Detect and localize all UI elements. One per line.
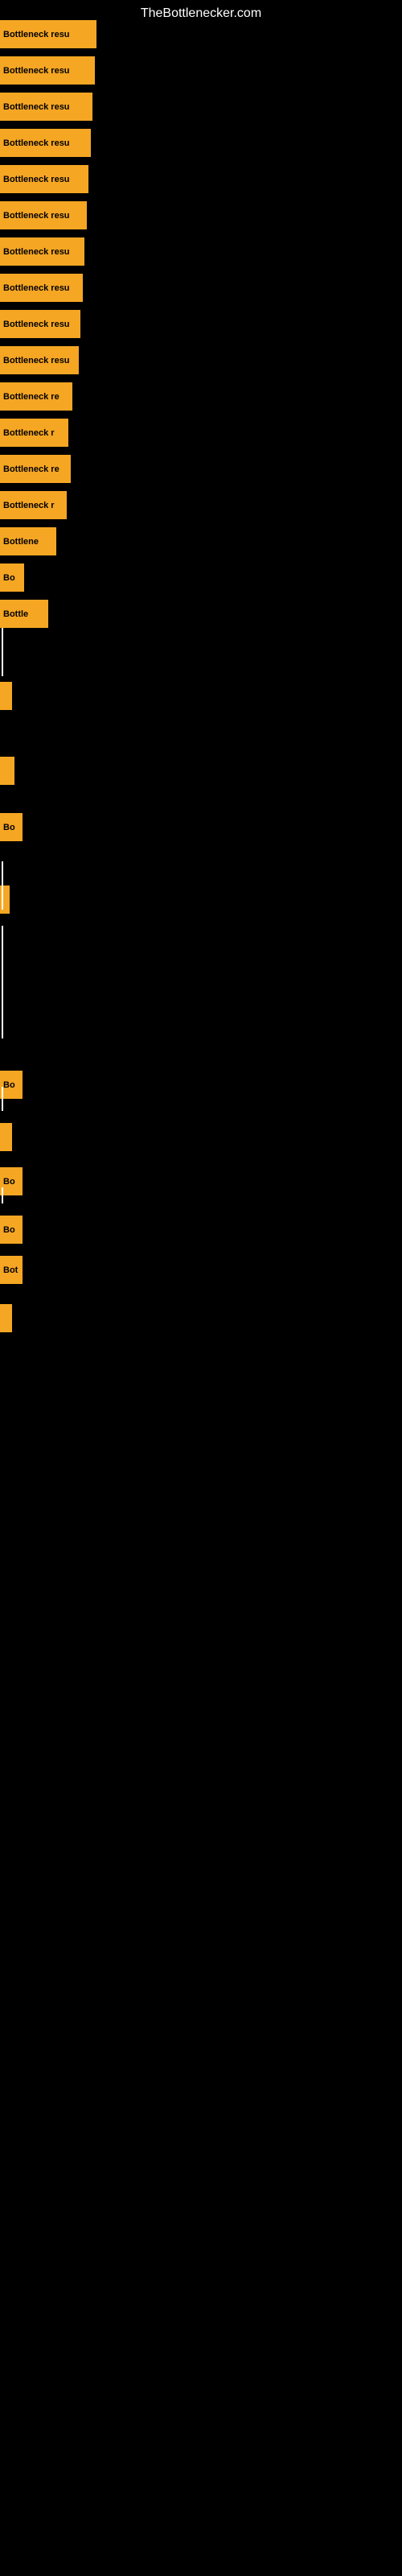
bar-item: Bo <box>0 1167 23 1195</box>
vertical-line <box>2 861 3 910</box>
bar-item: Bottleneck resu <box>0 274 83 302</box>
vertical-line <box>2 628 3 676</box>
bar-item: Bottleneck r <box>0 419 68 447</box>
bar-item: Bottleneck r <box>0 491 67 519</box>
bar-item: Bo <box>0 564 24 592</box>
bar-item: Bottleneck re <box>0 455 71 483</box>
bar-item: Bo <box>0 813 23 841</box>
bar-item <box>0 682 12 710</box>
bar-item <box>0 1304 12 1332</box>
vertical-line <box>2 1187 3 1203</box>
vertical-line <box>2 1087 3 1111</box>
bar-item: Bottleneck resu <box>0 56 95 85</box>
bar-item: Bottleneck resu <box>0 93 92 121</box>
bar-item: Bottleneck resu <box>0 165 88 193</box>
bar-item <box>0 1123 12 1151</box>
bar-item: Bottlene <box>0 527 56 555</box>
bar-item: Bottleneck re <box>0 382 72 411</box>
vertical-line <box>2 926 3 1038</box>
bar-item: Bottle <box>0 600 48 628</box>
bar-item: Bot <box>0 1256 23 1284</box>
bar-item: Bo <box>0 1071 23 1099</box>
bar-item: Bottleneck resu <box>0 310 80 338</box>
bar-item: Bottleneck resu <box>0 237 84 266</box>
bar-item: Bottleneck resu <box>0 346 79 374</box>
bar-item: Bottleneck resu <box>0 129 91 157</box>
bar-item: Bottleneck resu <box>0 20 96 48</box>
bar-item <box>0 757 14 785</box>
bar-item: Bottleneck resu <box>0 201 87 229</box>
bar-item: Bo <box>0 1216 23 1244</box>
